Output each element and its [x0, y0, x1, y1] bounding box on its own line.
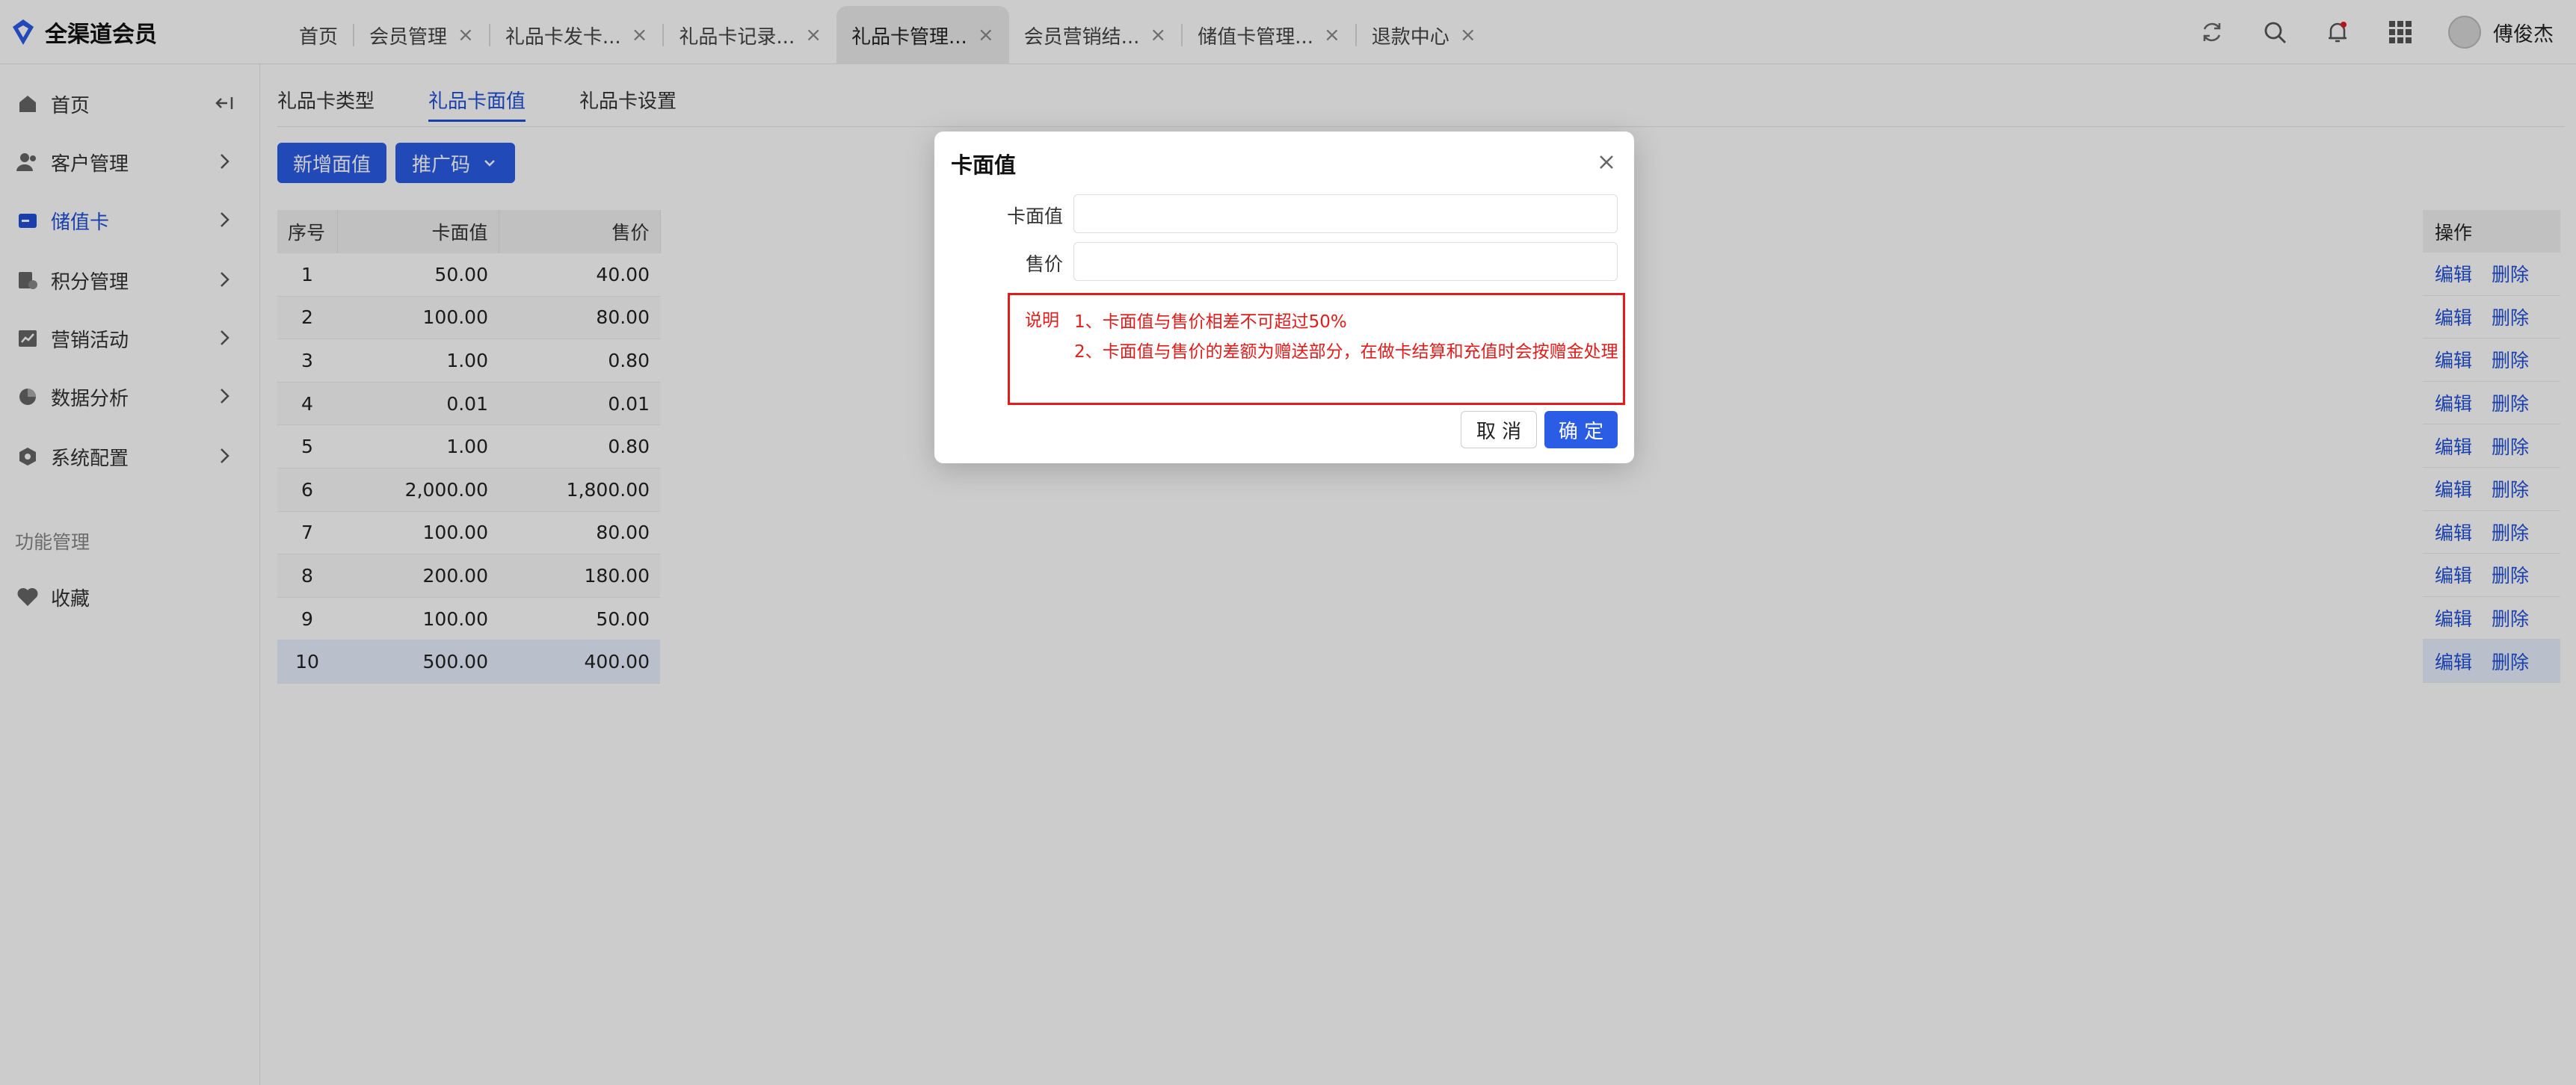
- explanation-box: 说明 1、卡面值与售价相差不可超过50% 2、卡面值与售价的差额为赠送部分，在做…: [1008, 293, 1625, 405]
- explanation-line-2: 2、卡面值与售价的差额为赠送部分，在做卡结算和充值时会按赠金处理: [1074, 342, 1618, 362]
- price-label: 售价: [1025, 253, 1063, 275]
- face-value-input[interactable]: [1073, 194, 1618, 233]
- face-value-label: 卡面值: [1006, 205, 1063, 227]
- confirm-button[interactable]: 确 定: [1544, 411, 1618, 448]
- explanation-label: 说明: [1025, 311, 1059, 330]
- price-input[interactable]: [1073, 242, 1618, 281]
- face-value-dialog: 卡面值 卡面值 售价 说明 1、卡面值与售价相差不可超过50% 2、卡面值与售价…: [934, 132, 1634, 463]
- close-icon[interactable]: [1594, 149, 1619, 175]
- dialog-title: 卡面值: [951, 152, 1017, 178]
- explanation-line-1: 1、卡面值与售价相差不可超过50%: [1074, 312, 1347, 332]
- explanation-text: 1、卡面值与售价相差不可超过50% 2、卡面值与售价的差额为赠送部分，在做卡结算…: [1074, 307, 1620, 367]
- cancel-button[interactable]: 取 消: [1461, 411, 1537, 448]
